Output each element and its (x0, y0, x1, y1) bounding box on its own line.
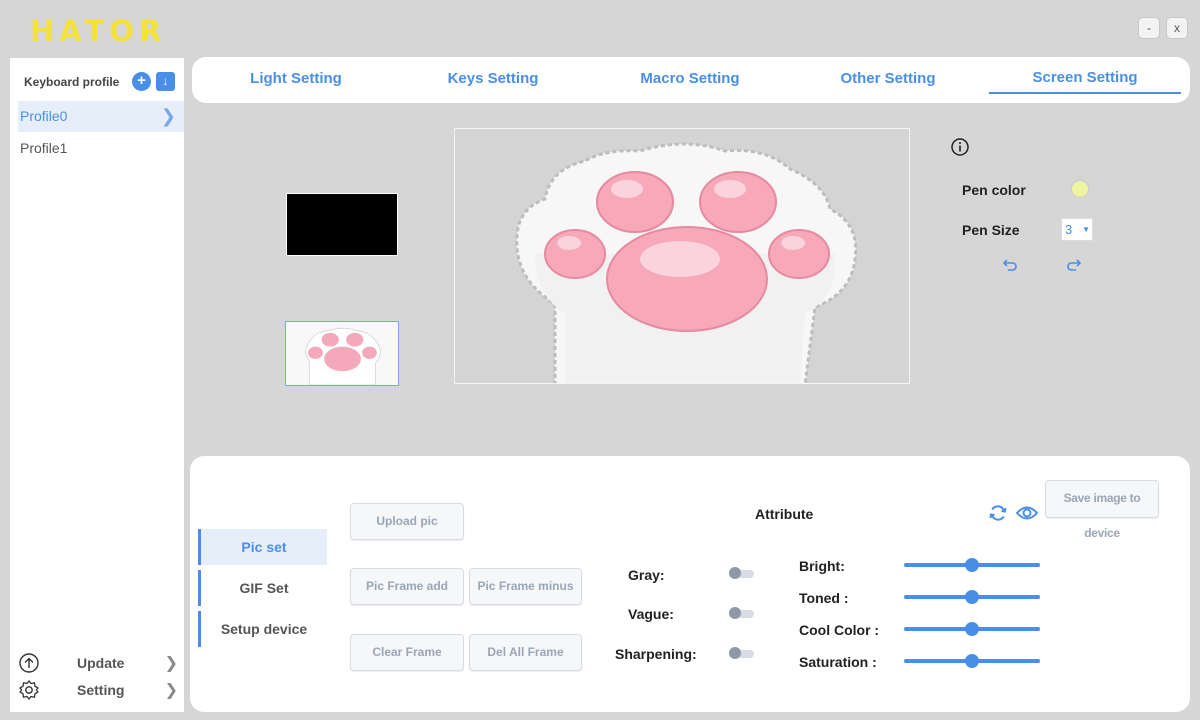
gray-toggle[interactable] (729, 567, 754, 579)
saturation-slider[interactable] (904, 654, 1040, 668)
upload-pic-button[interactable]: Upload pic (350, 503, 464, 540)
frame-thumbnail-black[interactable] (286, 193, 398, 256)
cool-color-label: Cool Color : (799, 622, 880, 638)
refresh-icon[interactable] (988, 503, 1008, 523)
add-profile-button[interactable]: + (132, 72, 151, 91)
sharpening-toggle[interactable] (729, 647, 754, 659)
sidebar: Keyboard profile + ↓ Profile0 ❯ Profile1… (10, 58, 184, 712)
tab-macro-setting[interactable]: Macro Setting (594, 70, 786, 87)
tab-light-setting[interactable]: Light Setting (200, 70, 392, 87)
cool-color-slider[interactable] (904, 622, 1040, 636)
pen-size-label: Pen Size (962, 222, 1020, 238)
tab-keys-setting[interactable]: Keys Setting (397, 70, 589, 87)
undo-icon[interactable] (1002, 257, 1018, 271)
paw-thumbnail-image (286, 322, 398, 385)
saturation-label: Saturation : (799, 654, 877, 670)
sharpening-label: Sharpening: (615, 646, 697, 662)
download-icon: ↓ (162, 74, 169, 88)
toggle-knob (729, 647, 741, 659)
pen-color-swatch[interactable] (1071, 180, 1089, 198)
profile-label: Profile0 (20, 108, 68, 124)
vague-toggle[interactable] (729, 607, 754, 619)
bright-label: Bright: (799, 558, 845, 574)
tab-screen-setting[interactable]: Screen Setting (989, 69, 1181, 86)
toned-slider[interactable] (904, 590, 1040, 604)
subtab-pic-set[interactable]: Pic set (198, 529, 327, 565)
clear-frame-button[interactable]: Clear Frame (350, 634, 464, 671)
toggle-knob (729, 567, 741, 579)
slider-thumb[interactable] (965, 622, 979, 636)
close-button[interactable]: x (1166, 17, 1188, 39)
del-all-frame-button[interactable]: Del All Frame (469, 634, 582, 671)
toned-label: Toned : (799, 590, 849, 606)
chevron-down-icon: ▼ (1082, 225, 1090, 234)
save-image-to-device-button[interactable]: Save image to device (1045, 480, 1159, 540)
paw-image (455, 129, 909, 383)
chevron-right-icon: ❯ (164, 682, 178, 699)
chevron-right-icon: ❯ (164, 655, 178, 672)
pen-size-value: 3 (1065, 222, 1073, 237)
profile-item-profile0[interactable]: Profile0 ❯ (18, 101, 184, 132)
frame-thumbnail-paw[interactable] (285, 321, 399, 386)
import-profile-button[interactable]: ↓ (156, 72, 175, 91)
arrow-up-circle-icon (19, 653, 39, 673)
info-icon[interactable] (950, 137, 970, 157)
bright-slider[interactable] (904, 558, 1040, 572)
tab-other-setting[interactable]: Other Setting (792, 70, 984, 87)
profile-label: Profile1 (20, 140, 68, 156)
plus-icon: + (137, 72, 146, 89)
toggle-knob (729, 607, 741, 619)
active-tab-indicator (989, 92, 1181, 94)
pen-color-label: Pen color (962, 182, 1026, 198)
attribute-title: Attribute (755, 506, 814, 522)
tab-bar: Light Setting Keys Setting Macro Setting… (192, 57, 1190, 103)
subtab-gif-set[interactable]: GIF Set (198, 570, 327, 606)
keyboard-profile-title: Keyboard profile (24, 75, 120, 89)
slider-thumb[interactable] (965, 558, 979, 572)
subtab-setup-device[interactable]: Setup device (198, 611, 327, 647)
setting-menu-item[interactable]: Setting ❯ (18, 679, 178, 703)
pic-frame-minus-button[interactable]: Pic Frame minus (469, 568, 582, 605)
gear-icon (19, 680, 39, 700)
redo-icon[interactable] (1066, 257, 1082, 271)
drawing-canvas[interactable] (454, 128, 910, 384)
setting-label: Setting (77, 682, 125, 698)
bottom-panel (190, 456, 1190, 712)
update-label: Update (77, 655, 125, 671)
slider-thumb[interactable] (965, 654, 979, 668)
minimize-button[interactable]: - (1138, 17, 1160, 39)
eye-icon[interactable] (1016, 504, 1038, 522)
pen-size-select[interactable]: 3 ▼ (1061, 218, 1093, 241)
hator-logo: HATOR (30, 14, 167, 48)
chevron-right-icon: ❯ (160, 106, 176, 126)
pic-frame-add-button[interactable]: Pic Frame add (350, 568, 464, 605)
update-menu-item[interactable]: Update ❯ (18, 652, 178, 676)
profile-item-profile1[interactable]: Profile1 (18, 133, 184, 164)
slider-thumb[interactable] (965, 590, 979, 604)
vague-label: Vague: (628, 606, 674, 622)
gray-label: Gray: (628, 567, 665, 583)
